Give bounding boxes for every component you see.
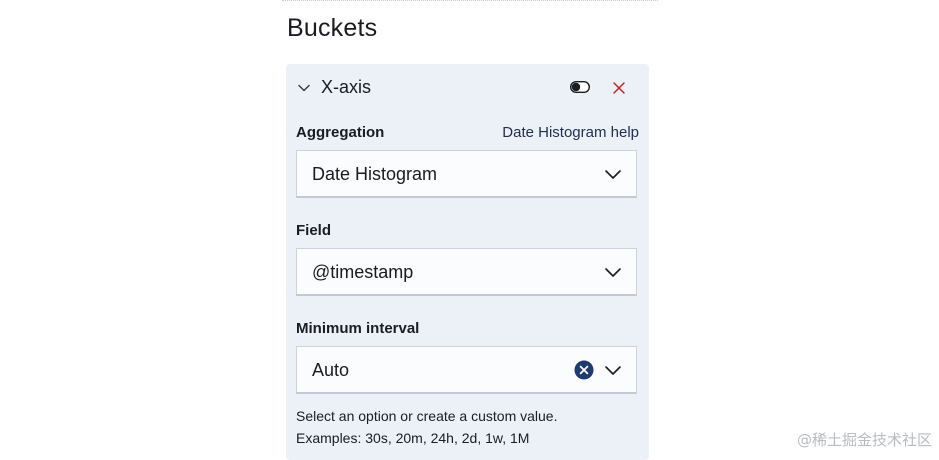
x-axis-panel: X-axis Aggregation Date Histogram help D… — [286, 64, 649, 460]
panel-header[interactable]: X-axis — [286, 64, 649, 112]
chevron-down-icon[interactable] — [604, 363, 622, 377]
aggregation-value: Date Histogram — [312, 164, 438, 184]
clear-icon[interactable] — [574, 360, 594, 380]
aggregation-select[interactable]: Date Histogram — [296, 150, 637, 198]
chevron-down-icon[interactable] — [604, 167, 622, 181]
interval-label: Minimum interval — [296, 320, 420, 337]
chevron-down-icon[interactable] — [604, 265, 622, 279]
field-select[interactable]: @timestamp — [296, 248, 637, 296]
field-label: Field — [296, 222, 332, 239]
watermark: @稀土掘金技术社区 — [796, 431, 932, 449]
chevron-down-icon[interactable] — [297, 81, 311, 95]
field-value: @timestamp — [312, 262, 414, 282]
interval-combobox[interactable]: Auto — [296, 346, 637, 394]
panel-title: X-axis — [321, 77, 372, 97]
top-divider — [282, 0, 658, 2]
interval-help-line-1: Select an option or create a custom valu… — [296, 408, 558, 424]
aggregation-label: Aggregation — [296, 124, 385, 141]
interval-value: Auto — [312, 360, 350, 380]
section-title: Buckets — [287, 14, 378, 42]
interval-help-line-2: Examples: 30s, 20m, 24h, 2d, 1w, 1M — [296, 430, 530, 446]
close-icon[interactable] — [611, 80, 627, 96]
aggregation-help-link[interactable]: Date Histogram help — [502, 124, 639, 141]
toggle-icon[interactable] — [570, 81, 590, 93]
